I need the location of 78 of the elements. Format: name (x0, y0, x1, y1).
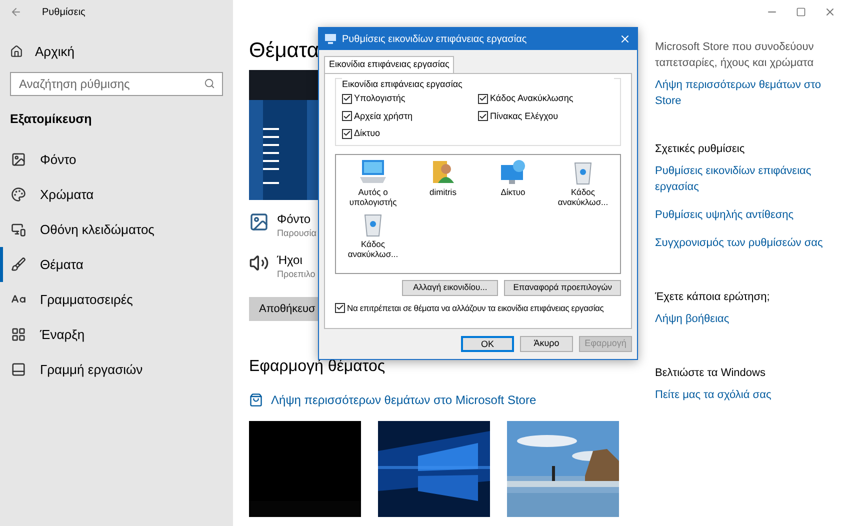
save-button[interactable]: Αποθήκευσ (249, 297, 318, 321)
checkbox[interactable] (342, 94, 352, 104)
speaker-icon (249, 252, 269, 272)
lock-screen-icon (11, 222, 26, 238)
setting-title: Ήχοι (277, 252, 304, 268)
dialog-button[interactable]: Άκυρο (520, 336, 573, 352)
intro-text: Microsoft Store που συνοδεύουν ταπετσαρίες, ήχους και χρώματα (655, 40, 815, 71)
bag-icon (249, 393, 263, 407)
home-icon (10, 45, 23, 58)
icon-label: Κάδος ανακύκλωσ... (346, 238, 400, 258)
section-title: Έχετε κάποια ερώτηση; (655, 290, 771, 305)
restore-defaults-button[interactable]: Επαναφορά προεπιλογών (504, 280, 621, 296)
maximize-icon[interactable] (796, 7, 806, 17)
sidebar-item[interactable]: Χρώματα (0, 177, 233, 212)
setting-title: Φόντο (277, 212, 312, 227)
back-icon[interactable] (10, 6, 22, 18)
window-title: Ρυθμίσεις (42, 6, 86, 20)
store-link[interactable]: Λήψη περισσότερων θεμάτων στο Microsoft Store (271, 391, 536, 409)
setting-value: Προεπιλο (277, 268, 316, 281)
palette-icon (11, 187, 26, 202)
settings-link[interactable]: Πείτε μας τα σχόλιά σας (655, 387, 834, 403)
desktop-icon-item[interactable]: Κάδος ανακύκλωσ... (338, 210, 408, 258)
checkbox[interactable] (335, 302, 345, 313)
section-title: Βελτιώστε τα Windows (655, 366, 766, 381)
icon-label: dimitris (430, 186, 456, 196)
checkbox-label: Πίνακας Ελέγχου (490, 110, 558, 123)
settings-link[interactable]: Λήψη βοήθειας (655, 311, 834, 327)
settings-link[interactable]: Συγχρονισμός των ρυθμίσεών σας (655, 235, 834, 251)
setting-value: Παρουσία (277, 227, 317, 240)
checkbox[interactable] (342, 128, 352, 139)
picture-icon (249, 212, 269, 232)
theme-setting[interactable]: Φόντο Παρουσία (249, 212, 318, 240)
taskbar-icon (11, 362, 26, 378)
network-icon (499, 158, 527, 184)
sidebar-item[interactable]: Έναρξη (0, 317, 233, 352)
checkbox-label: Υπολογιστής (354, 92, 406, 105)
close-icon[interactable] (619, 33, 631, 45)
computer-icon (359, 158, 387, 184)
sidebar-item[interactable]: Οθόνη κλειδώματος (0, 212, 233, 248)
monitor-icon (325, 34, 336, 44)
desktop-icon-item[interactable]: Δίκτυο (478, 158, 548, 206)
icon-label: Αυτός ο υπολογιστής (348, 186, 398, 206)
dialog-title: Ρυθμίσεις εικονιδίων επιφάνειας εργασίας (342, 32, 528, 46)
user-folder-icon (431, 158, 455, 184)
icon-label: Δίκτυο (500, 186, 526, 196)
checkbox[interactable] (478, 94, 488, 104)
desktop-icon-item[interactable]: dimitris (408, 158, 478, 206)
icon-label: Κάδος ανακύκλωσ... (556, 186, 610, 206)
change-icon-button[interactable]: Αλλαγή εικονιδίου... (402, 280, 498, 296)
desktop-icon-item[interactable]: Αυτός ο υπολογιστής (338, 158, 408, 206)
section-heading: Εφαρμογή θέματος (249, 357, 386, 377)
section-title: Σχετικές ρυθμίσεις (655, 142, 746, 157)
checkbox[interactable] (342, 111, 352, 122)
search-field[interactable]: Αναζήτηση ρύθμισης (10, 72, 223, 96)
tab[interactable]: Εικονίδια επιφάνειας εργασίας (324, 56, 454, 73)
picture-icon (11, 152, 26, 168)
sidebar-item[interactable]: Γραμμή εργασιών (0, 352, 233, 388)
sidebar-item[interactable]: Φόντο (0, 142, 233, 178)
checkbox-label: Κάδος Ανακύκλωσης (490, 92, 574, 105)
brush-icon (11, 257, 26, 272)
page-heading: Θέματα (249, 38, 319, 64)
store-link[interactable]: Λήψη περισσότερων θεμάτων στο Store (655, 77, 834, 109)
sidebar-item[interactable]: Γραμματοσειρές (0, 282, 233, 318)
checkbox-label: Να επιτρέπεται σε θέματα να αλλάζουν τα εικονίδια επιφάνειας εργασίας (347, 302, 604, 314)
dialog-button[interactable]: OK (461, 336, 514, 352)
close-icon[interactable] (824, 6, 836, 18)
section-title: Εξατομίκευση (9, 110, 93, 128)
settings-link[interactable]: Ρυθμίσεις εικονιδίων επιφάνειας εργασίας (655, 163, 834, 195)
settings-link[interactable]: Ρυθμίσεις υψηλής αντίθεσης (655, 207, 834, 223)
theme-setting[interactable]: Ήχοι Προεπιλο (249, 252, 318, 281)
checkbox[interactable] (478, 111, 488, 122)
group-title: Εικονίδια επιφάνειας εργασίας (342, 78, 614, 90)
search-icon (204, 78, 215, 88)
home-link[interactable]: Αρχική (35, 42, 75, 62)
checkbox-label: Αρχεία χρήστη (354, 110, 413, 123)
checkbox-label: Δίκτυο (354, 127, 380, 140)
grid-icon (11, 327, 26, 342)
desktop-icon-item[interactable]: Κάδος ανακύκλωσ... (548, 158, 618, 206)
